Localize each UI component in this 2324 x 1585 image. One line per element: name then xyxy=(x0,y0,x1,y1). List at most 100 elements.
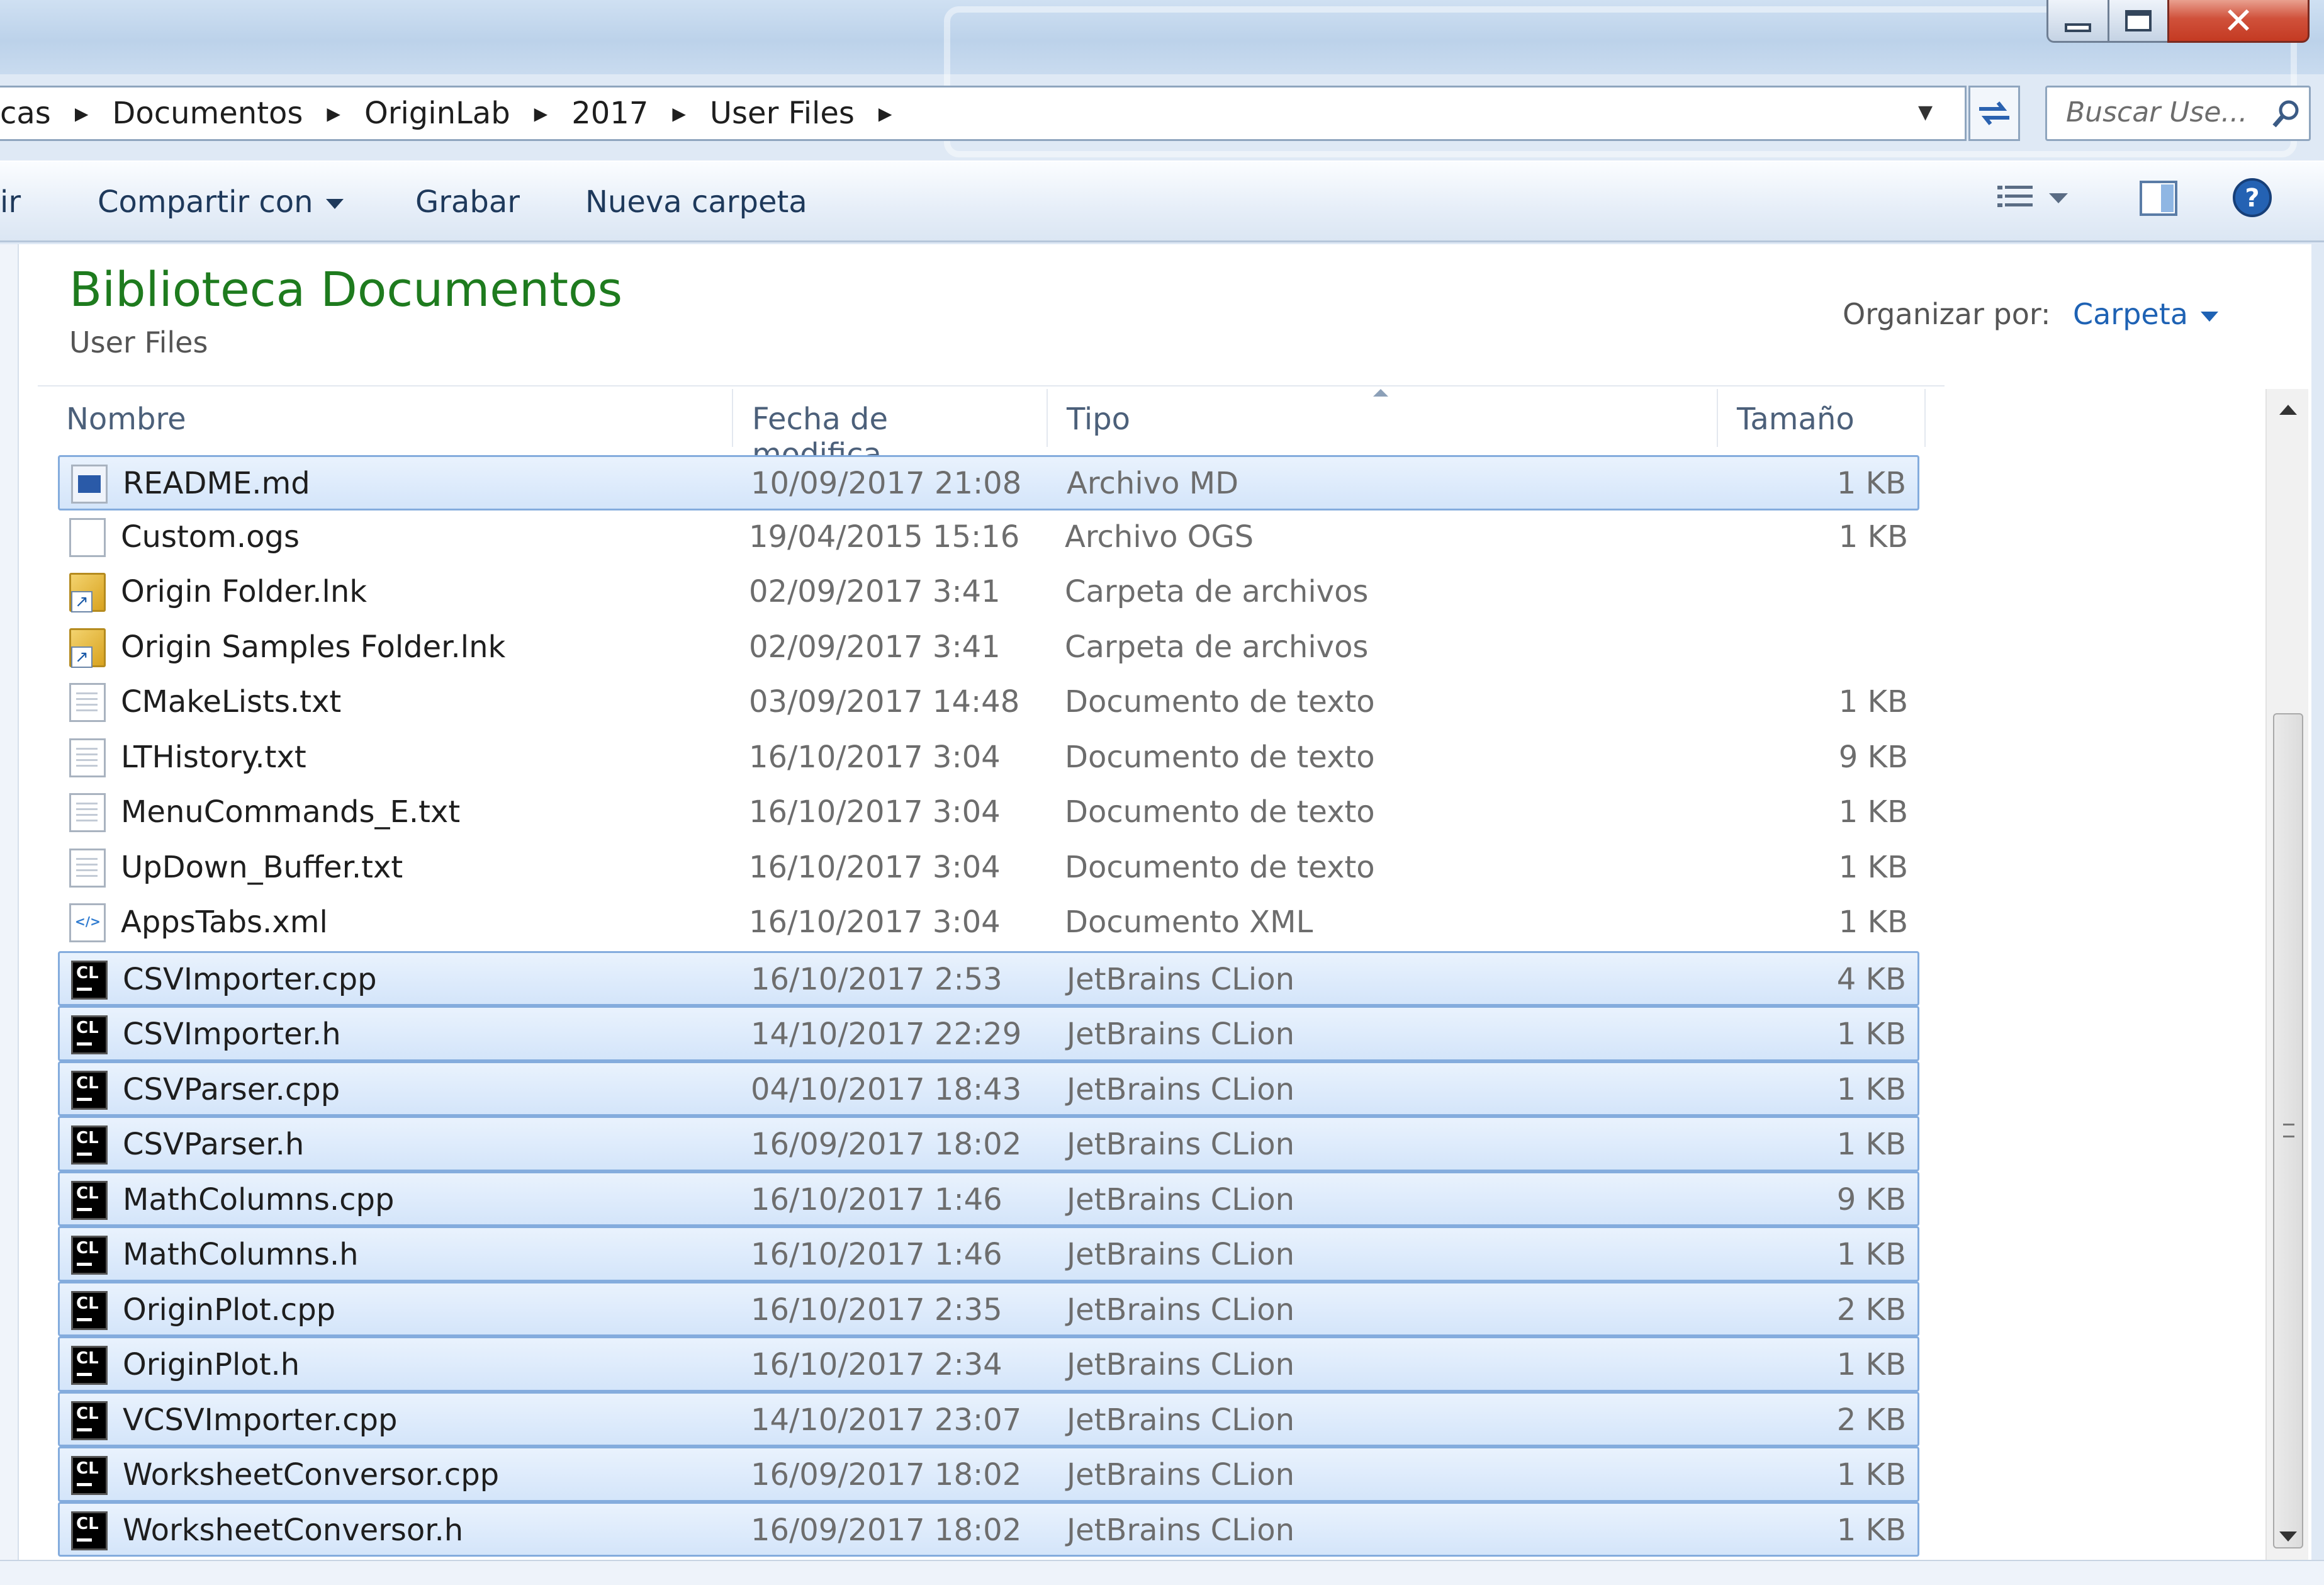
chevron-right-icon[interactable]: ▶ xyxy=(75,103,89,124)
file-row[interactable]: OriginPlot.h 16/10/2017 2:34 JetBrains CLi… xyxy=(58,1336,1919,1392)
window-titlebar: ✕ xyxy=(0,0,2324,157)
clion-file-icon xyxy=(71,1015,108,1054)
xml-file-icon xyxy=(69,903,106,942)
toolbar-truncated-item[interactable]: ir xyxy=(0,184,21,220)
arrange-by-dropdown[interactable]: Carpeta xyxy=(2073,297,2218,331)
address-bar[interactable]: cas ▶ Documentos ▶ OriginLab ▶ 2017 ▶ Us… xyxy=(0,86,1967,141)
file-name: CSVParser.h xyxy=(123,1127,305,1162)
svg-text:?: ? xyxy=(2245,184,2259,213)
chevron-right-icon[interactable]: ▶ xyxy=(672,103,686,124)
file-row[interactable]: AppsTabs.xml 16/10/2017 3:04 Documento XML… xyxy=(58,896,1919,951)
change-view-button[interactable] xyxy=(1995,181,2070,226)
caret-down-icon xyxy=(2200,311,2218,322)
breadcrumb-item[interactable]: 2017 xyxy=(571,96,648,131)
column-header-type[interactable]: Tipo xyxy=(1048,389,1718,447)
clion-file-icon xyxy=(71,1511,108,1550)
file-size: 1 KB xyxy=(1836,1127,1906,1162)
file-row[interactable]: CSVImporter.cpp 16/10/2017 2:53 JetBrains … xyxy=(58,950,1919,1006)
column-header-size[interactable]: Tamaño xyxy=(1718,389,1926,447)
close-button[interactable]: ✕ xyxy=(2167,0,2310,43)
vertical-scrollbar[interactable] xyxy=(2265,389,2308,1560)
file-name: OriginPlot.h xyxy=(123,1347,300,1382)
file-row[interactable]: MenuCommands_E.txt 16/10/2017 3:04 Documen… xyxy=(58,786,1919,841)
file-type: JetBrains CLion xyxy=(1067,1237,1294,1272)
file-row[interactable]: OriginPlot.cpp 16/10/2017 2:35 JetBrains C… xyxy=(58,1281,1919,1336)
file-name: MathColumns.h xyxy=(123,1237,359,1272)
grip-icon xyxy=(2283,1124,2294,1137)
file-type: JetBrains CLion xyxy=(1067,1512,1294,1548)
breadcrumb-item[interactable]: OriginLab xyxy=(364,96,510,131)
scrollbar-thumb[interactable] xyxy=(2273,713,2303,1548)
preview-pane-button[interactable] xyxy=(2138,179,2179,225)
file-row[interactable]: Custom.ogs 19/04/2015 15:16 Archivo OGS 1 K… xyxy=(58,510,1919,566)
file-date: 16/10/2017 3:04 xyxy=(749,905,1001,940)
file-date: 16/10/2017 2:53 xyxy=(751,961,1002,997)
shortcut-icon xyxy=(69,573,106,612)
file-row[interactable]: Origin Folder.lnk 02/09/2017 3:41 Carpeta … xyxy=(58,565,1919,621)
search-placeholder: Buscar Use... xyxy=(2066,96,2248,128)
new-folder-button[interactable]: Nueva carpeta xyxy=(585,184,807,220)
file-size: 1 KB xyxy=(1836,466,1906,501)
address-history-dropdown[interactable]: ▼ xyxy=(1918,101,1933,123)
file-date: 16/09/2017 18:02 xyxy=(751,1512,1022,1548)
divider xyxy=(38,385,1945,386)
text-file-icon xyxy=(69,738,106,777)
file-size: 1 KB xyxy=(1838,684,1908,719)
clion-file-icon xyxy=(71,1401,108,1440)
file-row[interactable]: UpDown_Buffer.txt 16/10/2017 3:04 Document… xyxy=(58,841,1919,896)
file-date: 16/10/2017 1:46 xyxy=(751,1182,1002,1217)
share-with-button[interactable]: Compartir con xyxy=(98,184,344,220)
search-input[interactable]: Buscar Use... xyxy=(2045,86,2311,141)
scroll-down-arrow-icon[interactable] xyxy=(2279,1531,2297,1542)
file-row[interactable]: MathColumns.h 16/10/2017 1:46 JetBrains CL… xyxy=(58,1226,1919,1282)
file-type: JetBrains CLion xyxy=(1067,1017,1294,1052)
file-row[interactable]: CMakeLists.txt 03/09/2017 14:48 Documento … xyxy=(58,675,1919,731)
file-name: CSVImporter.cpp xyxy=(123,961,377,997)
file-row[interactable]: MathColumns.cpp 16/10/2017 1:46 JetBrains … xyxy=(58,1171,1919,1226)
file-row[interactable]: LTHistory.txt 16/10/2017 3:04 Documento de… xyxy=(58,731,1919,786)
file-date: 02/09/2017 3:41 xyxy=(749,574,1001,609)
file-size: 1 KB xyxy=(1836,1237,1906,1272)
library-title: Biblioteca Documentos xyxy=(69,261,623,317)
details-pane xyxy=(0,1560,2324,1585)
file-name: VCSVImporter.cpp xyxy=(123,1402,398,1438)
file-date: 03/09/2017 14:48 xyxy=(749,684,1020,719)
burn-button[interactable]: Grabar xyxy=(415,184,520,220)
file-row[interactable]: WorksheetConversor.cpp 16/09/2017 18:02 Je… xyxy=(58,1447,1919,1502)
file-row[interactable]: WorksheetConversor.h 16/09/2017 18:02 JetB… xyxy=(58,1501,1919,1557)
column-header-name[interactable]: Nombre xyxy=(47,389,733,447)
file-name: Origin Samples Folder.lnk xyxy=(121,629,506,665)
file-name: MenuCommands_E.txt xyxy=(121,794,461,830)
share-with-label: Compartir con xyxy=(98,184,313,220)
text-file-icon xyxy=(69,683,106,722)
file-row[interactable]: README.md 10/09/2017 21:08 Archivo MD 1 KB xyxy=(58,455,1919,510)
file-row[interactable]: Origin Samples Folder.lnk 02/09/2017 3:41… xyxy=(58,621,1919,676)
file-type: JetBrains CLion xyxy=(1067,1347,1294,1382)
minimize-button[interactable] xyxy=(2046,0,2109,43)
maximize-button[interactable] xyxy=(2108,0,2169,43)
file-row[interactable]: VCSVImporter.cpp 14/10/2017 23:07 JetBrain… xyxy=(58,1391,1919,1447)
file-date: 16/09/2017 18:02 xyxy=(751,1127,1022,1162)
navigation-pane[interactable] xyxy=(0,244,19,1560)
file-type: JetBrains CLion xyxy=(1067,1457,1294,1492)
refresh-button[interactable] xyxy=(1968,86,2020,141)
chevron-right-icon[interactable]: ▶ xyxy=(327,103,340,124)
file-row[interactable]: CSVImporter.h 14/10/2017 22:29 JetBrains C… xyxy=(58,1006,1919,1061)
column-header-date[interactable]: Fecha de modifica... xyxy=(733,389,1048,472)
file-date: 02/09/2017 3:41 xyxy=(749,629,1001,665)
scroll-up-arrow-icon[interactable] xyxy=(2279,405,2297,415)
details-view-icon xyxy=(1997,186,2068,207)
minimize-icon xyxy=(2065,23,2091,32)
breadcrumb: cas ▶ Documentos ▶ OriginLab ▶ 2017 ▶ Us… xyxy=(0,87,916,139)
breadcrumb-item[interactable]: cas xyxy=(0,96,51,131)
file-row[interactable]: CSVParser.cpp 04/10/2017 18:43 JetBrains C… xyxy=(58,1061,1919,1116)
breadcrumb-item[interactable]: Documentos xyxy=(112,96,303,131)
file-row[interactable]: CSVParser.h 16/09/2017 18:02 JetBrains CLi… xyxy=(58,1116,1919,1171)
help-button[interactable]: ? xyxy=(2231,177,2273,226)
chevron-right-icon[interactable]: ▶ xyxy=(879,103,892,124)
file-type: Carpeta de archivos xyxy=(1065,574,1369,609)
search-icon[interactable] xyxy=(2271,99,2301,129)
file-type: JetBrains CLion xyxy=(1067,1071,1294,1107)
breadcrumb-item[interactable]: User Files xyxy=(710,96,855,131)
chevron-right-icon[interactable]: ▶ xyxy=(534,103,548,124)
